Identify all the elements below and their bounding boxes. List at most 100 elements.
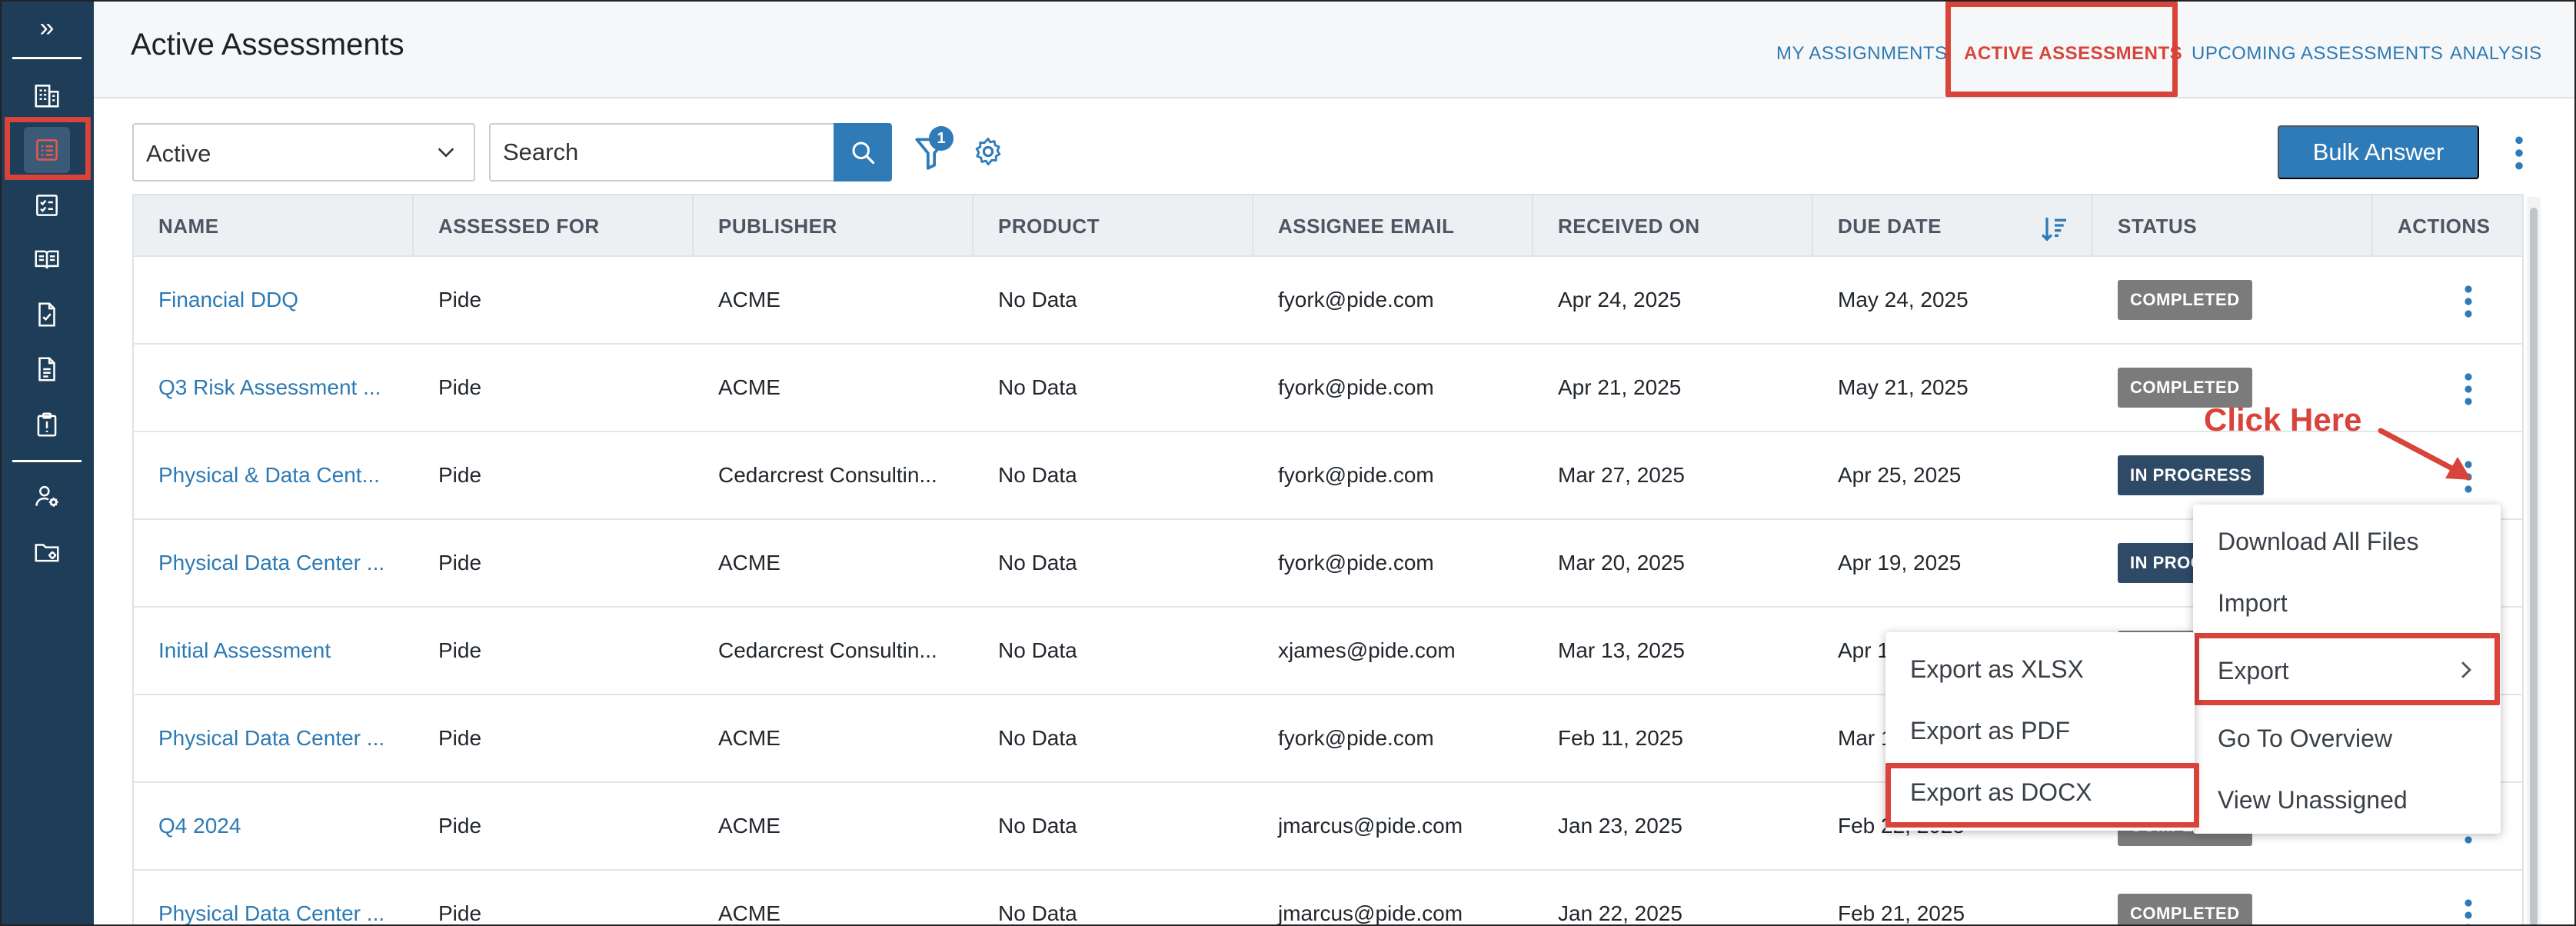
cell-assessed-for: Pide [438,726,482,750]
cell-product: No Data [998,375,1077,399]
column-header-status[interactable]: STATUS [2093,195,2373,257]
cell-assessed-for: Pide [438,638,482,662]
cell-assignee-email: fyork@pide.com [1278,726,1434,750]
cell-assignee-email: fyork@pide.com [1278,551,1434,575]
row-actions-menu: Download All Files Import Export Go To O… [2193,505,2501,834]
menu-item-download-all-files[interactable]: Download All Files [2193,511,2501,572]
menu-item-export-label: Export [2218,656,2289,685]
export-submenu: Export as XLSX Export as PDF Export as D… [1885,632,2195,831]
menu-item-import[interactable]: Import [2193,572,2501,634]
expand-sidebar-button[interactable]: » [0,6,94,49]
cell-publisher: Cedarcrest Consultin... [718,463,937,487]
sidebar: » [0,0,94,926]
table-row[interactable]: Financial DDQ Pide ACME No Data fyork@pide.c… [134,257,2522,345]
page-title: Active Assessments [131,28,404,62]
user-settings-icon[interactable] [24,473,70,519]
click-here-annotation: Click Here [2204,401,2362,438]
column-header-assessed-for[interactable]: ASSESSED FOR [414,195,694,257]
assessment-name-link[interactable]: Initial Assessment [134,608,414,694]
row-actions-kebab-icon[interactable] [2461,897,2476,926]
folder-settings-icon[interactable] [24,529,70,575]
cell-product: No Data [998,463,1077,487]
assessment-name-link[interactable]: Q3 Risk Assessment ... [134,345,414,431]
column-header-publisher[interactable]: PUBLISHER [694,195,973,257]
cell-status: COMPLETED [2093,257,2373,343]
assessment-name-link[interactable]: Physical Data Center ... [134,695,414,781]
column-header-actions: ACTIONS [2398,214,2491,238]
cell-publisher: ACME [718,814,780,838]
search-input[interactable] [489,123,834,182]
table-row[interactable]: Physical Data Center ... Pide ACME No Data j… [134,871,2522,926]
buildings-icon[interactable] [24,72,70,118]
cell-received-on: Jan 22, 2025 [1558,901,1682,925]
table-row[interactable]: Physical & Data Cent... Pide Cedarcrest Co… [134,432,2522,520]
menu-item-export[interactable]: Export [2193,640,2501,701]
tab-upcoming-assessments[interactable]: UPCOMING ASSESSMENTS [2192,43,2443,65]
assessment-name-link[interactable]: Financial DDQ [134,257,414,343]
cell-assignee-email: jmarcus@pide.com [1278,901,1463,925]
clipboard-alert-icon[interactable] [24,401,70,448]
sidebar-divider [12,460,82,462]
cell-publisher: ACME [718,288,780,311]
column-header-product[interactable]: PRODUCT [973,195,1253,257]
menu-item-export-pdf[interactable]: Export as PDF [1885,700,2195,761]
assessment-name-link[interactable]: Physical Data Center ... [134,871,414,926]
table-row[interactable]: Q3 Risk Assessment ... Pide ACME No Data fyo… [134,345,2522,432]
cell-product: No Data [998,638,1077,662]
page-header: Active Assessments MY ASSIGNMENTS ACTIVE… [94,0,2576,98]
document-check-icon[interactable] [24,291,70,338]
cell-assignee-email: fyork@pide.com [1278,288,1434,311]
row-actions-kebab-icon[interactable] [2461,371,2476,408]
table-scrollbar-thumb[interactable] [2530,208,2538,926]
menu-item-export-xlsx[interactable]: Export as XLSX [1885,638,2195,700]
cell-product: No Data [998,901,1077,925]
tab-analysis[interactable]: ANALYSIS [2450,43,2542,65]
document-icon[interactable] [24,346,70,392]
sidebar-divider [12,57,82,59]
assessment-name-link[interactable]: Physical & Data Cent... [134,432,414,518]
more-options-icon[interactable] [2510,134,2528,172]
cell-assessed-for: Pide [438,463,482,487]
tab-active-assessments[interactable]: ACTIVE ASSESSMENTS [1964,43,2182,65]
tab-my-assignments[interactable]: MY ASSIGNMENTS [1776,43,1948,65]
cell-due-date: Feb 21, 2025 [1838,901,1965,925]
cell-product: No Data [998,288,1077,311]
cell-publisher: ACME [718,726,780,750]
assessment-name-link[interactable]: Physical Data Center ... [134,520,414,606]
cell-assignee-email: fyork@pide.com [1278,463,1434,487]
annotation-arrow-icon [2378,428,2471,480]
cell-publisher: Cedarcrest Consultin... [718,638,937,662]
column-header-name[interactable]: NAME [134,195,414,257]
task-checklist-icon[interactable] [24,182,70,228]
cell-due-date: Apr 19, 2025 [1838,551,1962,575]
bulk-answer-button[interactable]: Bulk Answer [2278,125,2479,179]
column-header-received-on[interactable]: RECEIVED ON [1533,195,1813,257]
assessments-list-icon[interactable] [24,127,70,173]
status-badge: COMPLETED [2118,894,2252,926]
table-row[interactable]: Physical Data Center ... Pide ACME No Data f… [134,520,2522,608]
menu-item-view-unassigned[interactable]: View Unassigned [2193,769,2501,831]
gear-icon[interactable] [972,135,1004,168]
cell-due-date: May 21, 2025 [1838,375,1969,399]
cell-received-on: Feb 11, 2025 [1558,726,1683,750]
row-actions-kebab-icon[interactable] [2461,283,2476,320]
search-button[interactable] [834,123,892,182]
menu-item-export-docx[interactable]: Export as DOCX [1885,761,2195,823]
column-header-assignee-email[interactable]: ASSIGNEE EMAIL [1253,195,1533,257]
table-header: NAME ASSESSED FOR PUBLISHER PRODUCT ASSI… [134,195,2522,257]
cell-assessed-for: Pide [438,375,482,399]
library-book-icon[interactable] [24,237,70,283]
cell-assignee-email: jmarcus@pide.com [1278,814,1463,838]
cell-assessed-for: Pide [438,288,482,311]
menu-item-go-to-overview[interactable]: Go To Overview [2193,708,2501,769]
cell-due-date: Apr 25, 2025 [1838,463,1962,487]
cell-assessed-for: Pide [438,551,482,575]
cell-received-on: Jan 23, 2025 [1558,814,1682,838]
assessment-name-link[interactable]: Q4 2024 [134,783,414,869]
status-filter-value: Active [146,140,211,167]
cell-received-on: Mar 20, 2025 [1558,551,1685,575]
status-filter-select[interactable]: Active [132,123,475,182]
cell-assessed-for: Pide [438,901,482,925]
sort-descending-icon[interactable] [2039,214,2070,245]
cell-received-on: Mar 13, 2025 [1558,638,1685,662]
